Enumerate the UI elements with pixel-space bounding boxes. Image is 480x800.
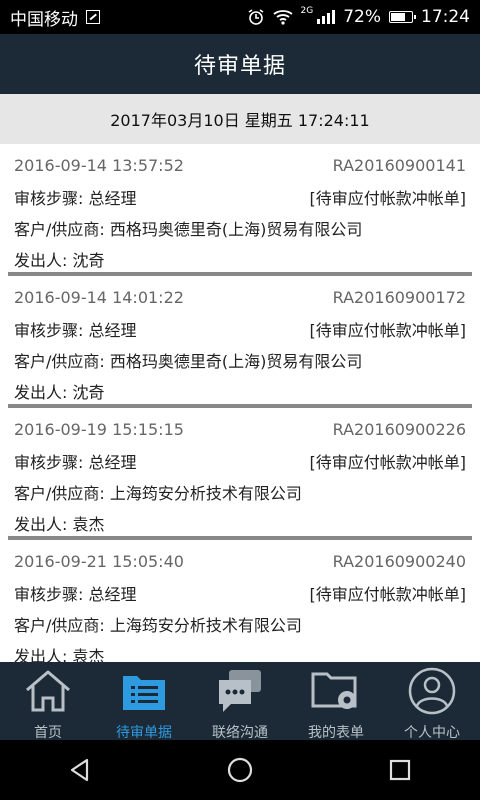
sender: 发出人: 袁杰 bbox=[14, 514, 105, 534]
card-party-row: 客户/供应商: 西格玛奥德里奇(上海)贸易有限公司 bbox=[14, 344, 466, 375]
customer-supplier: 客户/供应商: 西格玛奥德里奇(上海)贸易有限公司 bbox=[14, 351, 363, 371]
card-step-row: 审核步骤: 总经理 [待审应付帐款冲帐单] bbox=[14, 313, 466, 344]
alarm-icon bbox=[248, 9, 263, 25]
home-icon bbox=[21, 666, 75, 720]
tab-chat[interactable]: 联络沟通 bbox=[192, 662, 288, 741]
wifi-icon bbox=[272, 10, 293, 25]
card-sender-row: 发出人: 沈奇 bbox=[14, 243, 466, 274]
bottom-tab-bar: 首页 待审单据 联络沟通 我的表单 个人中心 bbox=[0, 662, 480, 741]
customer-supplier: 客户/供应商: 西格玛奥德里奇(上海)贸易有限公司 bbox=[14, 219, 363, 239]
card-header-row: 2016-09-21 15:05:40 RA20160900240 bbox=[14, 546, 466, 577]
recents-icon[interactable] bbox=[385, 755, 415, 785]
network-type: 2G bbox=[300, 6, 314, 16]
card-party-row: 客户/供应商: 上海筠安分析技术有限公司 bbox=[14, 608, 466, 639]
user-icon bbox=[405, 666, 459, 720]
document-card[interactable]: 2016-09-21 15:05:40 RA20160900240 审核步骤: … bbox=[0, 540, 480, 662]
document-type: [待审应付帐款冲帐单] bbox=[309, 584, 467, 604]
document-datetime: 2016-09-14 13:57:52 bbox=[14, 156, 184, 175]
sender: 发出人: 沈奇 bbox=[14, 250, 105, 270]
tab-label: 我的表单 bbox=[308, 725, 364, 741]
tab-label: 首页 bbox=[34, 725, 62, 741]
current-datetime: 2017年03月10日 星期五 17:24:11 bbox=[110, 111, 370, 130]
sim-icon bbox=[86, 10, 100, 24]
tab-document-list[interactable]: 待审单据 bbox=[96, 662, 192, 741]
document-datetime: 2016-09-19 15:15:15 bbox=[14, 420, 184, 439]
tab-user[interactable]: 个人中心 bbox=[384, 662, 480, 741]
carrier-name: 中国移动 bbox=[10, 9, 78, 30]
card-step-row: 审核步骤: 总经理 [待审应付帐款冲帐单] bbox=[14, 577, 466, 608]
approval-step: 审核步骤: 总经理 bbox=[14, 584, 137, 604]
tab-label: 个人中心 bbox=[404, 725, 460, 741]
document-card[interactable]: 2016-09-14 13:57:52 RA20160900141 审核步骤: … bbox=[0, 144, 480, 276]
app-header: 待审单据 bbox=[0, 34, 480, 94]
card-header-row: 2016-09-14 13:57:52 RA20160900141 bbox=[14, 150, 466, 181]
tab-folder-settings[interactable]: 我的表单 bbox=[288, 662, 384, 741]
chat-icon bbox=[213, 666, 267, 720]
document-code: RA20160900141 bbox=[332, 156, 466, 175]
card-header-row: 2016-09-14 14:01:22 RA20160900172 bbox=[14, 282, 466, 313]
document-code: RA20160900240 bbox=[332, 552, 466, 571]
approval-step: 审核步骤: 总经理 bbox=[14, 320, 137, 340]
signal-icon bbox=[317, 10, 336, 24]
card-party-row: 客户/供应商: 上海筠安分析技术有限公司 bbox=[14, 476, 466, 507]
folder-settings-icon bbox=[309, 666, 363, 720]
back-icon[interactable] bbox=[65, 755, 95, 785]
document-code: RA20160900172 bbox=[332, 288, 466, 307]
approval-step: 审核步骤: 总经理 bbox=[14, 452, 137, 472]
sender: 发出人: 沈奇 bbox=[14, 382, 105, 402]
battery-icon bbox=[389, 11, 416, 23]
customer-supplier: 客户/供应商: 上海筠安分析技术有限公司 bbox=[14, 615, 302, 635]
tab-label: 联络沟通 bbox=[212, 725, 268, 741]
document-type: [待审应付帐款冲帐单] bbox=[309, 452, 467, 472]
document-card[interactable]: 2016-09-19 15:15:15 RA20160900226 审核步骤: … bbox=[0, 408, 480, 540]
card-sender-row: 发出人: 袁杰 bbox=[14, 639, 466, 663]
home-circle-icon[interactable] bbox=[225, 755, 255, 785]
card-sender-row: 发出人: 袁杰 bbox=[14, 507, 466, 538]
document-datetime: 2016-09-14 14:01:22 bbox=[14, 288, 184, 307]
status-bar: 中国移动 2G 72% 17:24 bbox=[0, 0, 480, 34]
page-title: 待审单据 bbox=[193, 54, 286, 79]
sender: 发出人: 袁杰 bbox=[14, 646, 105, 663]
document-type: [待审应付帐款冲帐单] bbox=[309, 188, 467, 208]
card-sender-row: 发出人: 沈奇 bbox=[14, 375, 466, 406]
document-card[interactable]: 2016-09-14 14:01:22 RA20160900172 审核步骤: … bbox=[0, 276, 480, 408]
document-datetime: 2016-09-21 15:05:40 bbox=[14, 552, 184, 571]
document-list-icon bbox=[117, 666, 171, 720]
tab-home[interactable]: 首页 bbox=[0, 662, 96, 741]
approval-step: 审核步骤: 总经理 bbox=[14, 188, 137, 208]
tab-label: 待审单据 bbox=[116, 725, 172, 741]
card-step-row: 审核步骤: 总经理 [待审应付帐款冲帐单] bbox=[14, 181, 466, 212]
customer-supplier: 客户/供应商: 上海筠安分析技术有限公司 bbox=[14, 483, 302, 503]
document-type: [待审应付帐款冲帐单] bbox=[309, 320, 467, 340]
card-header-row: 2016-09-19 15:15:15 RA20160900226 bbox=[14, 414, 466, 445]
document-code: RA20160900226 bbox=[332, 420, 466, 439]
card-step-row: 审核步骤: 总经理 [待审应付帐款冲帐单] bbox=[14, 445, 466, 476]
card-party-row: 客户/供应商: 西格玛奥德里奇(上海)贸易有限公司 bbox=[14, 212, 466, 243]
clock: 17:24 bbox=[421, 7, 470, 27]
system-nav-bar bbox=[0, 740, 480, 800]
battery-percent: 72% bbox=[343, 7, 381, 27]
pending-documents-list[interactable]: 2016-09-14 13:57:52 RA20160900141 审核步骤: … bbox=[0, 144, 480, 662]
date-bar: 2017年03月10日 星期五 17:24:11 bbox=[0, 94, 480, 144]
